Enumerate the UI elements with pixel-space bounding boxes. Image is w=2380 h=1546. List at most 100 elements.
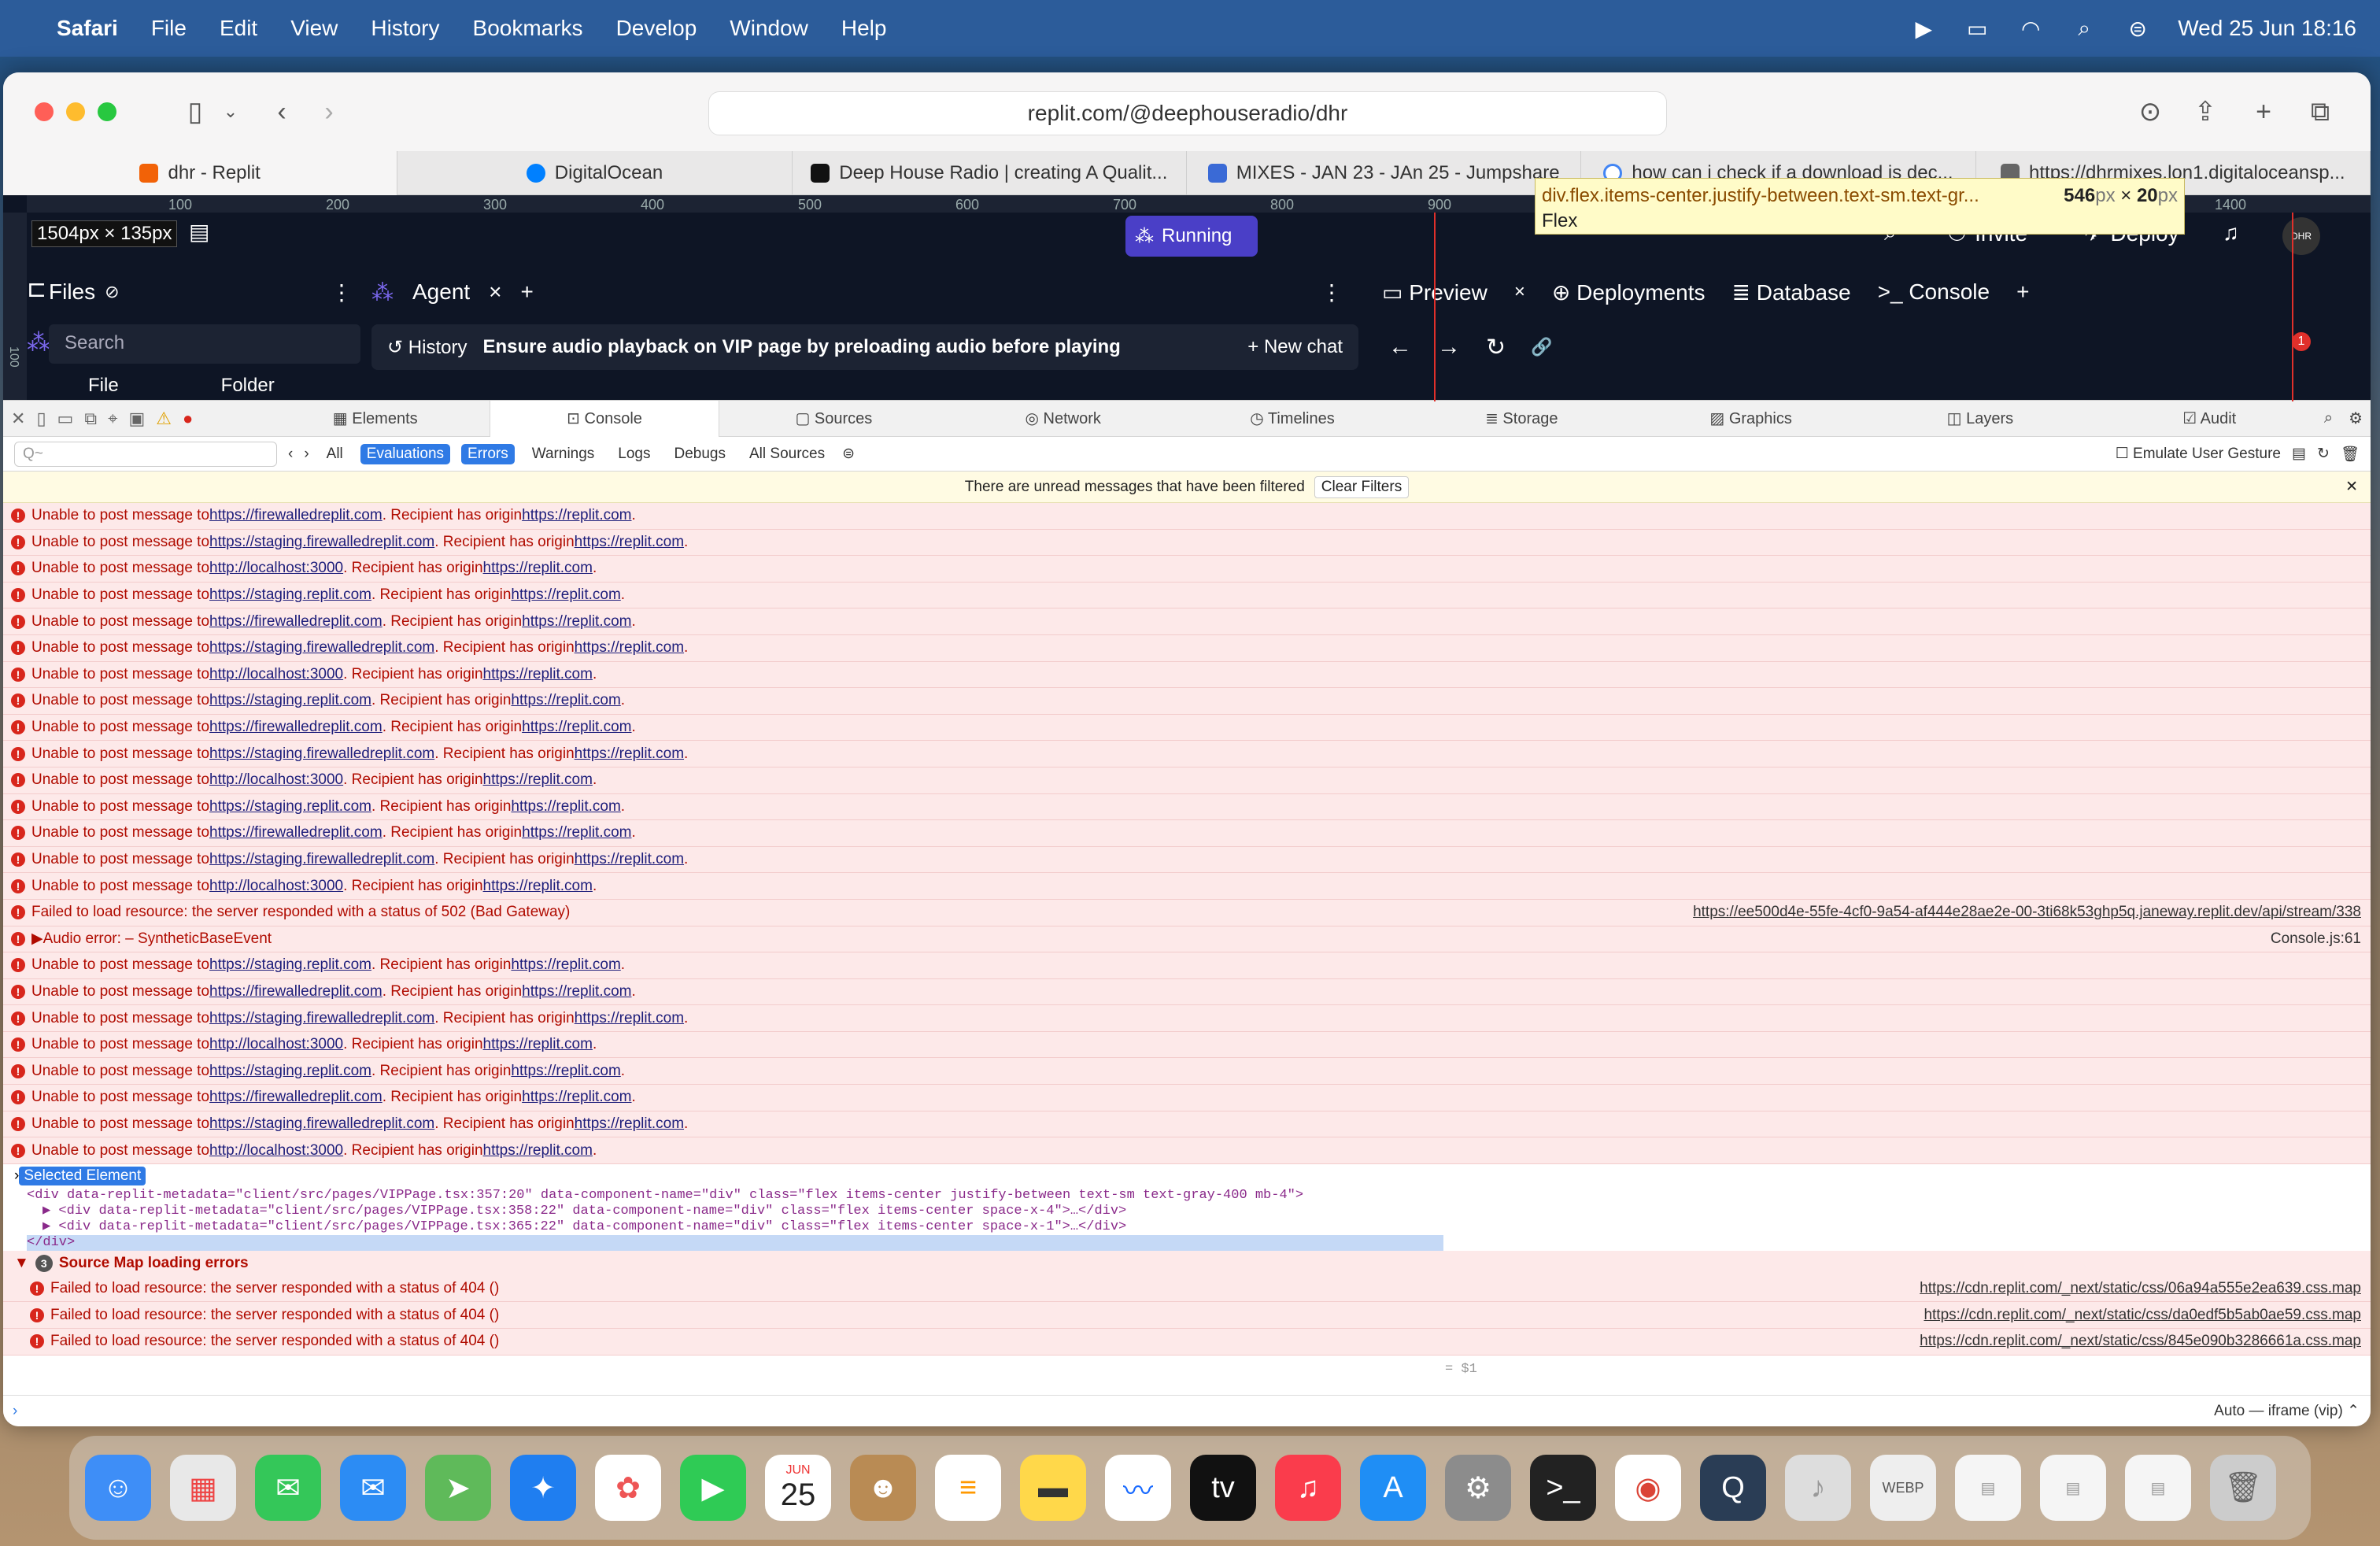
target-origin-link[interactable]: https://firewalledreplit.com [209, 824, 382, 841]
clear-console-icon[interactable]: 🗑 [2341, 445, 2360, 464]
target-origin-link[interactable]: https://staging.replit.com [209, 798, 371, 816]
new-tab-icon[interactable]: + [2240, 97, 2287, 128]
clear-filters-button[interactable]: Clear Filters [1314, 475, 1410, 498]
tab-network[interactable]: ◎ Network [948, 409, 1177, 428]
recipient-origin-link[interactable]: https://replit.com [575, 851, 684, 868]
dom-code-line[interactable]: </div> [27, 1234, 1443, 1251]
more-options-icon[interactable]: ⋮ [331, 279, 353, 305]
sources-dropdown[interactable]: All Sources [743, 444, 831, 464]
launchpad-icon[interactable]: ▦ [170, 1455, 236, 1521]
tab-deep-house-radio[interactable]: Deep House Radio | creating A Qualit... [793, 151, 1187, 195]
minimize-window-icon[interactable] [66, 102, 85, 121]
recipient-origin-link[interactable]: https://replit.com [483, 560, 593, 577]
notifications-bell-icon[interactable]: ♫ [2223, 220, 2239, 246]
target-origin-link[interactable]: http://localhost:3000 [209, 666, 343, 683]
finder-icon[interactable]: ☺ [85, 1455, 151, 1521]
spotlight-search-icon[interactable]: ⌕ [2071, 16, 2097, 40]
app-store-icon[interactable]: A [1360, 1455, 1426, 1521]
filter-all[interactable]: All [320, 444, 349, 464]
tab-timelines[interactable]: ◷ Timelines [1177, 409, 1406, 428]
tab-console[interactable]: >_ Console [1878, 279, 1990, 305]
recipient-origin-link[interactable]: https://replit.com [511, 798, 620, 816]
tab-overview-icon[interactable]: ⧉ [2297, 97, 2344, 128]
messages-icon[interactable]: ✉ [255, 1455, 321, 1521]
zoom-window-icon[interactable] [98, 102, 116, 121]
dom-code-line[interactable]: ▶ <div data-replit-metadata="client/src/… [27, 1204, 2371, 1219]
recipient-origin-link[interactable]: https://replit.com [511, 956, 620, 974]
recipient-origin-link[interactable]: https://replit.com [511, 586, 620, 604]
recipient-origin-link[interactable]: https://replit.com [522, 719, 631, 736]
new-folder-button[interactable]: Folder [135, 375, 275, 397]
target-origin-link[interactable]: https://staging.firewalledreplit.com [209, 851, 434, 868]
target-origin-link[interactable]: https://staging.replit.com [209, 956, 371, 974]
device-icon[interactable]: ▣ [128, 409, 145, 429]
filter-warnings[interactable]: Warnings [526, 444, 601, 464]
recipient-origin-link[interactable]: https://replit.com [575, 745, 684, 763]
avatar[interactable]: DHR [2282, 217, 2320, 255]
contacts-icon[interactable]: ☻ [850, 1455, 916, 1521]
target-origin-link[interactable]: https://staging.replit.com [209, 586, 371, 604]
recipient-origin-link[interactable]: https://replit.com [575, 639, 684, 656]
target-origin-link[interactable]: https://staging.firewalledreplit.com [209, 1115, 434, 1133]
dom-code-line[interactable]: ▶ <div data-replit-metadata="client/src/… [27, 1219, 2371, 1235]
files-search-input[interactable]: Search [49, 324, 360, 364]
menu-app-name[interactable]: Safari [57, 16, 118, 41]
dom-code-line[interactable]: <div data-replit-metadata="client/src/pa… [27, 1188, 2371, 1204]
close-window-icon[interactable] [35, 102, 54, 121]
filter-evaluations[interactable]: Evaluations [360, 443, 451, 464]
menu-file[interactable]: File [151, 16, 187, 41]
console-filter-input[interactable]: Q~ [14, 441, 277, 467]
menu-view[interactable]: View [290, 16, 338, 41]
filter-logs[interactable]: Logs [612, 444, 656, 464]
source-map-errors-group[interactable]: ▼ 3 Source Map loading errors [3, 1250, 2371, 1276]
target-origin-link[interactable]: https://staging.firewalledreplit.com [209, 745, 434, 763]
execution-context-select[interactable]: Auto — iframe (vip) ⌃ [2214, 1402, 2360, 1420]
close-icon[interactable]: ✕ [2345, 478, 2358, 496]
play-status-icon[interactable]: ▶ [1910, 17, 1937, 41]
downloads-icon[interactable]: ⊙ [2127, 96, 2174, 128]
menu-history[interactable]: History [371, 16, 439, 41]
facetime-icon[interactable]: ▶ [680, 1455, 746, 1521]
element-picker-icon[interactable]: ⌖ [108, 409, 117, 429]
link-icon[interactable]: 🔗 [1531, 337, 1552, 357]
filter-errors[interactable]: Errors [461, 443, 515, 464]
tab-graphics[interactable]: ▨ Graphics [1636, 409, 1865, 428]
trash-icon[interactable]: 🗑 [2210, 1455, 2276, 1521]
menu-develop[interactable]: Develop [616, 16, 697, 41]
target-origin-link[interactable]: http://localhost:3000 [209, 1142, 343, 1160]
recipient-origin-link[interactable]: https://replit.com [483, 1142, 593, 1160]
mail-icon[interactable]: ✉ [340, 1455, 406, 1521]
recipient-origin-link[interactable]: https://replit.com [483, 666, 593, 683]
add-tab-icon[interactable]: + [2016, 279, 2029, 305]
menu-edit[interactable]: Edit [220, 16, 257, 41]
resource-link[interactable]: https://cdn.replit.com/_next/static/css/… [1924, 1307, 2361, 1324]
filter-debugs[interactable]: Debugs [668, 444, 733, 464]
tab-agent[interactable]: Agent [412, 279, 470, 305]
target-origin-link[interactable]: https://firewalledreplit.com [209, 719, 382, 736]
expand-arrow-icon[interactable]: ▶ [31, 930, 43, 948]
target-origin-link[interactable]: http://localhost:3000 [209, 771, 343, 789]
screenshot-file-icon[interactable]: ▤ [2040, 1455, 2106, 1521]
tab-deployments[interactable]: ⊕ Deployments [1552, 279, 1706, 305]
next-match-icon[interactable]: › [304, 446, 309, 463]
tab-jumpshare[interactable]: MIXES - JAN 23 - JAn 25 - Jumpshare [1187, 151, 1582, 195]
close-inspector-icon[interactable]: ✕ [11, 409, 25, 429]
dock-icon[interactable]: ▯ [36, 409, 46, 429]
target-origin-link[interactable]: https://staging.replit.com [209, 692, 371, 709]
settings-gear-icon[interactable]: ⚙ [2349, 409, 2363, 428]
menubar-clock[interactable]: Wed 25 Jun 18:16 [2178, 16, 2356, 41]
preserve-log-icon[interactable]: ▤ [2292, 445, 2306, 463]
close-icon[interactable]: × [489, 279, 501, 305]
control-center-icon[interactable]: ⊜ [2124, 17, 2151, 41]
recipient-origin-link[interactable]: https://replit.com [575, 1115, 684, 1133]
notes-icon[interactable]: ▬ [1020, 1455, 1086, 1521]
sidebar-toggle-icon[interactable]: ▯ [172, 96, 219, 128]
freeform-icon[interactable]: 〰 [1105, 1455, 1171, 1521]
calendar-icon[interactable]: JUN 25 [765, 1455, 831, 1521]
resource-link[interactable]: https://ee500d4e-55fe-4cf0-9a54-af444e28… [1693, 904, 2361, 921]
tab-replit[interactable]: dhr - Replit [3, 151, 398, 195]
recipient-origin-link[interactable]: https://replit.com [575, 534, 684, 551]
target-origin-link[interactable]: https://firewalledreplit.com [209, 507, 382, 524]
recipient-origin-link[interactable]: https://replit.com [483, 1036, 593, 1053]
tab-console[interactable]: ⊡ Console [490, 400, 719, 437]
